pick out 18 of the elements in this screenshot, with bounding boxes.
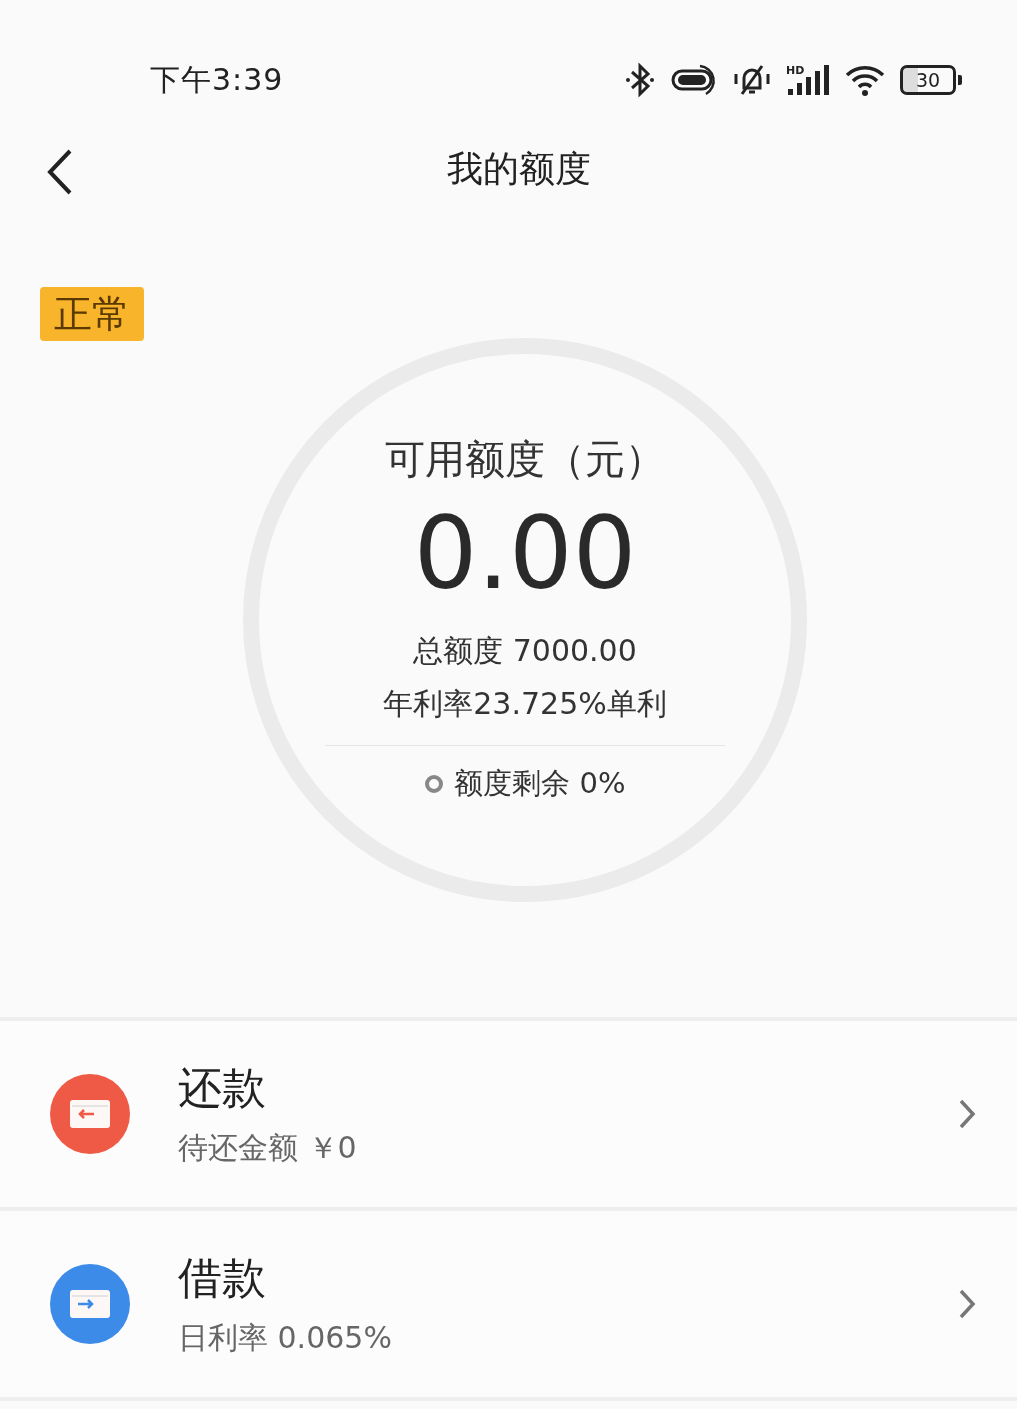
- action-title: 还款: [178, 1061, 267, 1115]
- available-amount: 0.00: [413, 499, 637, 609]
- action-subtitle: 日利率 0.065%: [178, 1319, 393, 1357]
- chevron-icon: [957, 1098, 977, 1130]
- available-label: 可用额度（元）: [385, 435, 665, 484]
- annual-rate: 年利率23.725%单利: [383, 685, 667, 723]
- wifi-icon: [844, 63, 886, 97]
- ring-dot-icon: [424, 774, 445, 794]
- pill-icon: [670, 63, 718, 97]
- bluetooth-icon: [624, 62, 656, 98]
- action-subtitle: 待还金额 ￥0: [178, 1129, 358, 1167]
- total-quota: 总额度 7000.00: [413, 632, 637, 670]
- action-title: 借款: [178, 1251, 267, 1305]
- page-title: 我的额度: [446, 146, 591, 191]
- status-time: 下午3:39: [150, 60, 284, 99]
- remaining-text: 额度剩余 0%: [454, 765, 626, 802]
- status-badge: 正常: [40, 287, 144, 341]
- chevron-icon: [957, 1288, 977, 1320]
